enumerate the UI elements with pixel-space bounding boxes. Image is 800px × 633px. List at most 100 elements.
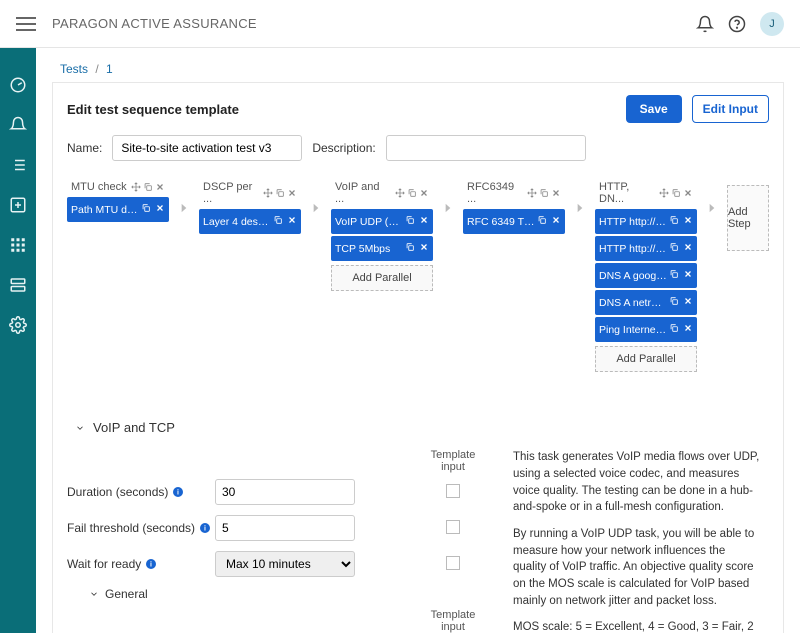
flow-step: HTTP, DN...HTTP http://ww...HTTP http://…: [595, 179, 697, 372]
description-label: Description:: [312, 141, 375, 155]
close-icon[interactable]: [419, 242, 429, 255]
page-title: Edit test sequence template: [67, 102, 239, 117]
duration-template-checkbox[interactable]: [446, 484, 460, 498]
add-step-button[interactable]: Add Step: [727, 185, 769, 251]
task-label: TCP 5Mbps: [335, 243, 403, 255]
step-header[interactable]: MTU check: [67, 179, 169, 195]
flow-arrow-icon: [573, 179, 587, 215]
save-button[interactable]: Save: [626, 95, 682, 123]
step-header[interactable]: VoIP and ...: [331, 179, 433, 207]
move-icon[interactable]: [395, 188, 405, 198]
close-icon[interactable]: [551, 215, 561, 228]
step-header[interactable]: DSCP per ...: [199, 179, 301, 207]
step-flow: MTU check Path MTU discovery DSCP per ...L…: [67, 179, 769, 380]
task-tile[interactable]: RFC 6349 TCP throughp...: [463, 209, 565, 234]
close-icon[interactable]: [155, 203, 165, 216]
close-icon[interactable]: [287, 215, 297, 228]
template-input-header: Template input: [417, 449, 489, 473]
task-tile[interactable]: Layer 4 destination port...: [199, 209, 301, 234]
fail-threshold-template-checkbox[interactable]: [446, 520, 460, 534]
close-icon[interactable]: [419, 188, 429, 198]
general-toggle[interactable]: General: [89, 587, 489, 601]
move-icon[interactable]: [131, 182, 141, 192]
flow-arrow-icon: [309, 179, 323, 215]
move-icon[interactable]: [527, 188, 537, 198]
copy-icon[interactable]: [669, 242, 679, 255]
step-header[interactable]: RFC6349 ...: [463, 179, 565, 207]
copy-icon[interactable]: [141, 203, 151, 216]
close-icon[interactable]: [287, 188, 297, 198]
close-icon[interactable]: [683, 296, 693, 309]
duration-label: Duration (seconds): [67, 485, 168, 499]
apps-icon[interactable]: [9, 236, 27, 254]
svg-text:i: i: [177, 490, 179, 497]
info-icon[interactable]: i: [172, 486, 184, 498]
fail-threshold-input[interactable]: [215, 515, 355, 541]
step-header[interactable]: HTTP, DN...: [595, 179, 697, 207]
close-icon[interactable]: [683, 215, 693, 228]
copy-icon[interactable]: [669, 323, 679, 336]
section-toggle[interactable]: VoIP and TCP: [75, 420, 769, 435]
flow-step: RFC6349 ...RFC 6349 TCP throughp...: [463, 179, 565, 234]
copy-icon[interactable]: [539, 188, 549, 198]
wait-ready-template-checkbox[interactable]: [446, 556, 460, 570]
copy-icon[interactable]: [143, 182, 153, 192]
server-icon[interactable]: [9, 276, 27, 294]
copy-icon[interactable]: [275, 188, 285, 198]
description-input[interactable]: [386, 135, 586, 161]
close-icon[interactable]: [683, 323, 693, 336]
menu-icon[interactable]: [16, 17, 36, 31]
info-icon[interactable]: i: [145, 558, 157, 570]
info-icon[interactable]: i: [199, 522, 211, 534]
help-icon[interactable]: [728, 15, 746, 33]
add-icon[interactable]: [9, 196, 27, 214]
edit-input-button[interactable]: Edit Input: [692, 95, 769, 123]
dashboard-icon[interactable]: [9, 76, 27, 94]
name-input[interactable]: [112, 135, 302, 161]
close-icon[interactable]: [419, 215, 429, 228]
copy-icon[interactable]: [537, 215, 547, 228]
help-p1: This task generates VoIP media flows ove…: [513, 449, 761, 516]
move-icon[interactable]: [263, 188, 273, 198]
close-icon[interactable]: [551, 188, 561, 198]
copy-icon[interactable]: [669, 269, 679, 282]
copy-icon[interactable]: [669, 296, 679, 309]
close-icon[interactable]: [155, 182, 165, 192]
task-tile[interactable]: TCP 5Mbps: [331, 236, 433, 261]
copy-icon[interactable]: [405, 215, 415, 228]
copy-icon[interactable]: [273, 215, 283, 228]
fail-threshold-label: Fail threshold (seconds): [67, 521, 195, 535]
task-tile[interactable]: HTTP http://ww...: [595, 209, 697, 234]
task-tile[interactable]: Path MTU discovery: [67, 197, 169, 222]
svg-text:i: i: [150, 562, 152, 569]
breadcrumb-current: 1: [106, 62, 113, 76]
task-tile[interactable]: DNS A netround...: [595, 290, 697, 315]
breadcrumb-root[interactable]: Tests: [60, 62, 88, 76]
flow-arrow-icon: [705, 179, 719, 215]
breadcrumb: Tests / 1: [52, 56, 784, 82]
settings-icon[interactable]: [9, 316, 27, 334]
task-tile[interactable]: HTTP http://ww...: [595, 236, 697, 261]
add-parallel-button[interactable]: Add Parallel: [595, 346, 697, 372]
close-icon[interactable]: [683, 242, 693, 255]
close-icon[interactable]: [683, 269, 693, 282]
list-icon[interactable]: [9, 156, 27, 174]
add-parallel-button[interactable]: Add Parallel: [331, 265, 433, 291]
bell-icon[interactable]: [696, 15, 714, 33]
duration-input[interactable]: [215, 479, 355, 505]
copy-icon[interactable]: [671, 188, 681, 198]
avatar[interactable]: J: [760, 12, 784, 36]
task-tile[interactable]: DNS A google.co...: [595, 263, 697, 288]
task-tile[interactable]: VoIP UDP (5 stre...: [331, 209, 433, 234]
task-tile[interactable]: Ping Internet ho...: [595, 317, 697, 342]
task-label: VoIP UDP (5 stre...: [335, 216, 403, 228]
close-icon[interactable]: [683, 188, 693, 198]
wait-ready-select[interactable]: Max 10 minutes: [215, 551, 355, 577]
copy-icon[interactable]: [407, 188, 417, 198]
copy-icon[interactable]: [405, 242, 415, 255]
copy-icon[interactable]: [669, 215, 679, 228]
alarms-icon[interactable]: [9, 116, 27, 134]
section-title-text: VoIP and TCP: [93, 420, 175, 435]
move-icon[interactable]: [659, 188, 669, 198]
flow-step: MTU check Path MTU discovery: [67, 179, 169, 222]
